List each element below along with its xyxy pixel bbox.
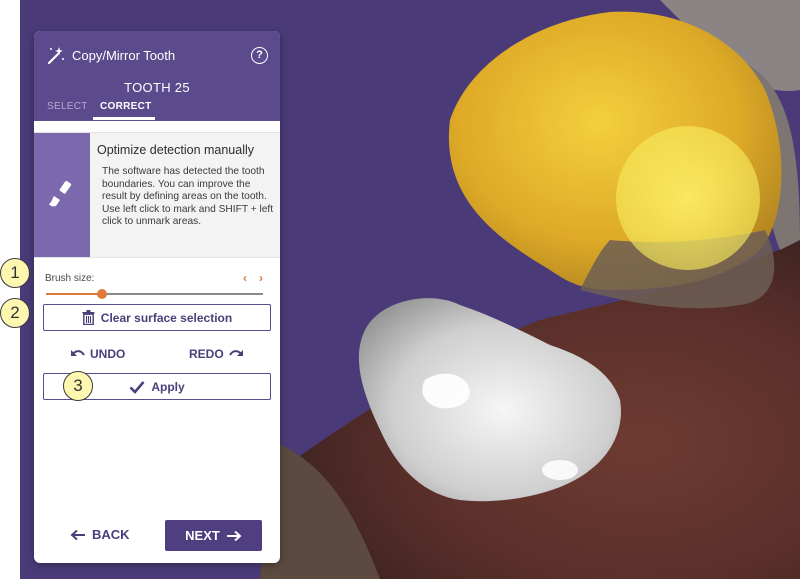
- redo-label: REDO: [189, 347, 224, 361]
- tooth-label: TOOTH 25: [124, 80, 190, 95]
- back-button[interactable]: BACK: [70, 527, 130, 542]
- redo-arrow-icon: [228, 350, 243, 356]
- arrow-left-icon: [70, 529, 85, 540]
- brush-size-label: Brush size:: [45, 273, 95, 284]
- brush-size-slider[interactable]: [46, 289, 263, 299]
- tab-select[interactable]: SELECT: [47, 101, 88, 112]
- brush-cursor: [616, 126, 760, 270]
- apply-label: Apply: [151, 379, 185, 394]
- callout-3: 3: [63, 371, 93, 401]
- paintbrush-icon: [49, 180, 72, 207]
- active-tab-indicator: [93, 117, 155, 120]
- panel-header: Copy/Mirror Tooth ? TOOTH 25 SELECT CORR…: [34, 31, 280, 121]
- tooth-highlight-2: [542, 460, 578, 480]
- info-title: Optimize detection manually: [97, 143, 255, 157]
- info-box: Optimize detection manually The software…: [34, 132, 280, 258]
- brush-increase-button[interactable]: ›: [259, 271, 263, 285]
- undo-button[interactable]: UNDO: [70, 347, 125, 361]
- help-icon[interactable]: ?: [251, 47, 268, 64]
- slider-thumb[interactable]: [97, 289, 108, 299]
- next-button[interactable]: NEXT: [165, 520, 262, 551]
- clear-button-label: Clear surface selection: [100, 310, 233, 325]
- trash-icon: [82, 310, 95, 325]
- redo-button[interactable]: REDO: [189, 347, 244, 361]
- checkmark-icon: [129, 380, 145, 394]
- info-text: The software has detected the tooth boun…: [102, 166, 274, 228]
- undo-label: UNDO: [90, 347, 126, 361]
- callout-1: 1: [0, 258, 30, 288]
- tab-correct[interactable]: CORRECT: [100, 101, 152, 112]
- callout-2: 2: [0, 298, 30, 328]
- panel-title: Copy/Mirror Tooth: [72, 48, 176, 63]
- undo-arrow-icon: [71, 350, 85, 356]
- arrow-right-icon: [226, 530, 242, 541]
- slider-fill: [46, 293, 103, 295]
- next-label: NEXT: [185, 528, 220, 543]
- copy-mirror-panel: Copy/Mirror Tooth ? TOOTH 25 SELECT CORR…: [34, 31, 280, 563]
- clear-surface-selection-button[interactable]: Clear surface selection: [43, 304, 271, 331]
- info-icon-strip: [34, 133, 90, 257]
- brush-decrease-button[interactable]: ‹: [243, 271, 247, 285]
- magic-wand-icon: [47, 47, 64, 65]
- back-label: BACK: [92, 527, 130, 542]
